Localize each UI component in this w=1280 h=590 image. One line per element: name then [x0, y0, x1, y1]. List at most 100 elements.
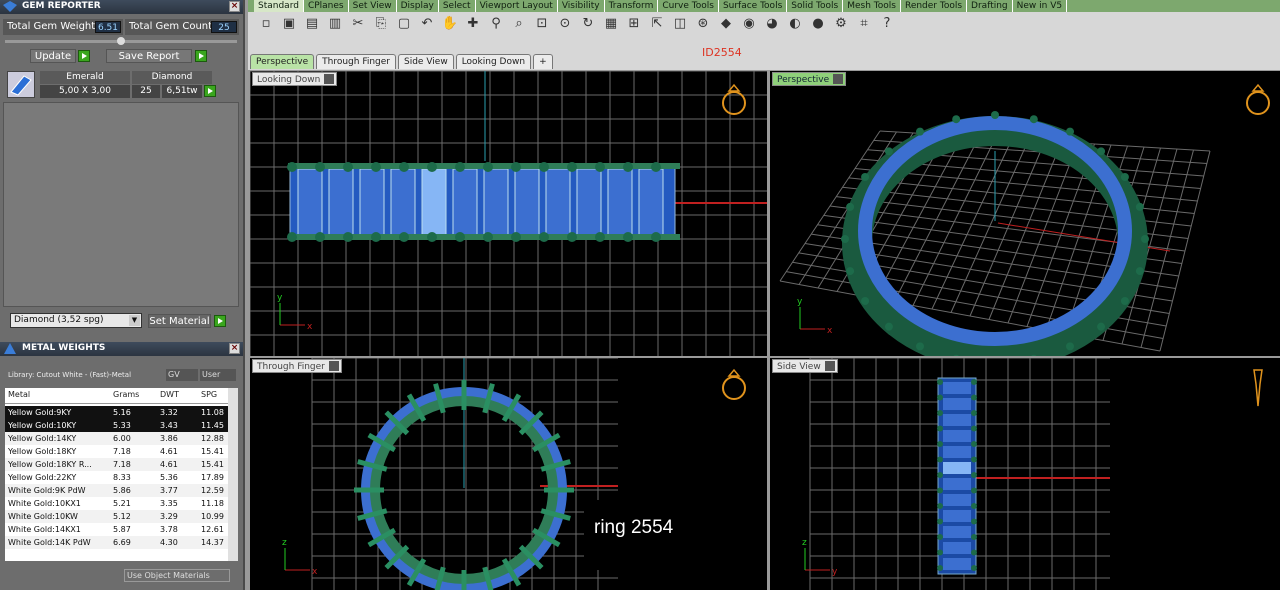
- table-row[interactable]: Yellow Gold:9KY 5.16 3.32 11.08: [5, 406, 228, 419]
- layer-icon[interactable]: ◫: [670, 14, 690, 34]
- table-row[interactable]: White Gold:14K PdW 6.69 4.30 14.37: [5, 536, 228, 549]
- viewport-side-view[interactable]: yz Side View: [770, 358, 1280, 590]
- zoom-extents-icon[interactable]: ⊡: [532, 14, 552, 34]
- gem-side: [943, 542, 971, 554]
- viewport-tab-perspective[interactable]: Perspective: [250, 54, 315, 69]
- print-icon[interactable]: ▥: [325, 14, 345, 34]
- toolbar-tab-solid-tools[interactable]: Solid Tools: [787, 0, 844, 12]
- open-icon[interactable]: ▣: [279, 14, 299, 34]
- table-row[interactable]: Yellow Gold:10KY 5.33 3.43 11.45: [5, 419, 228, 432]
- save-report-go-button[interactable]: [195, 50, 207, 62]
- slider-handle[interactable]: [117, 37, 125, 45]
- viewport-label-side-view[interactable]: Side View: [772, 359, 838, 373]
- table-row[interactable]: Yellow Gold:18KY R... 7.18 4.61 15.41: [5, 458, 228, 471]
- toolbar-tab-render-tools[interactable]: Render Tools: [901, 0, 968, 12]
- use-object-materials-toggle[interactable]: Use Object Materials: [124, 569, 230, 582]
- prong: [861, 173, 870, 181]
- select-icon[interactable]: ⇱: [647, 14, 667, 34]
- table-row[interactable]: White Gold:10KW 5.12 3.29 10.99: [5, 510, 228, 523]
- add-viewport-tab-button[interactable]: +: [533, 54, 553, 69]
- save-report-button[interactable]: Save Report: [106, 49, 192, 63]
- color-icon[interactable]: ◕: [762, 14, 782, 34]
- table-cell: 3.43: [160, 421, 178, 430]
- toolbar-tab-drafting[interactable]: Drafting: [967, 0, 1013, 12]
- toolbar-tab-visibility[interactable]: Visibility: [558, 0, 605, 12]
- rotate-icon[interactable]: ↻: [578, 14, 598, 34]
- toolbar-tab-viewport-layout[interactable]: Viewport Layout: [476, 0, 558, 12]
- zoom-icon[interactable]: ⚲: [486, 14, 506, 34]
- viewport-tab-through-finger[interactable]: Through Finger: [316, 54, 396, 69]
- material-select[interactable]: Diamond (3,52 spg) ▼: [10, 313, 142, 328]
- update-go-button[interactable]: [78, 50, 90, 62]
- table-row[interactable]: White Gold:10KX1 5.21 3.35 11.18: [5, 497, 228, 510]
- metal-column-header[interactable]: Grams: [113, 390, 139, 399]
- toolbar-tab-select[interactable]: Select: [439, 0, 476, 12]
- metal-column-header[interactable]: SPG: [201, 390, 217, 399]
- table-cell: 3.35: [160, 499, 178, 508]
- ring-orientation-icon: [1246, 91, 1270, 115]
- light-icon[interactable]: ⊛: [693, 14, 713, 34]
- undo-icon[interactable]: ↶: [417, 14, 437, 34]
- toolbar-tab-surface-tools[interactable]: Surface Tools: [719, 0, 788, 12]
- viewport-label-looking-down[interactable]: Looking Down: [252, 72, 338, 86]
- pan-icon[interactable]: ✋: [440, 14, 460, 34]
- paste-icon[interactable]: ▢: [394, 14, 414, 34]
- viewport-looking-down[interactable]: xy Looking Down: [250, 71, 767, 356]
- sphere-icon[interactable]: ●: [808, 14, 828, 34]
- set-material-go-button[interactable]: [214, 315, 226, 327]
- user-button[interactable]: User: [200, 369, 236, 381]
- gv-button[interactable]: GV: [166, 369, 198, 381]
- prong: [483, 162, 493, 172]
- cut-icon[interactable]: ⎘: [371, 14, 391, 34]
- unused: [770, 71, 838, 221]
- table-row[interactable]: White Gold:14KX1 5.87 3.78 12.61: [5, 523, 228, 536]
- help-icon[interactable]: ?: [877, 14, 897, 34]
- gem-side: [943, 414, 971, 426]
- chevron-down-icon[interactable]: ▼: [129, 315, 140, 326]
- toolbar-tab-standard[interactable]: Standard: [254, 0, 304, 12]
- shade-icon[interactable]: ◐: [785, 14, 805, 34]
- close-icon[interactable]: ×: [229, 1, 240, 12]
- metal-column-header[interactable]: Metal: [8, 390, 30, 399]
- metal-column-header[interactable]: DWT: [160, 390, 179, 399]
- toolbar-tab-curve-tools[interactable]: Curve Tools: [658, 0, 719, 12]
- toolbar-tab-display[interactable]: Display: [397, 0, 439, 12]
- new-icon[interactable]: ▫: [256, 14, 276, 34]
- unused: [770, 71, 824, 221]
- render-icon[interactable]: ◆: [716, 14, 736, 34]
- four-view-icon[interactable]: ▦: [601, 14, 621, 34]
- update-button[interactable]: Update: [30, 49, 76, 63]
- viewport-perspective[interactable]: xy Perspective: [770, 71, 1280, 356]
- cplane-icon[interactable]: ⊞: [624, 14, 644, 34]
- set-material-button[interactable]: Set Material: [148, 314, 211, 328]
- settings-icon[interactable]: ⚙: [831, 14, 851, 34]
- toolbar-tab-set-view[interactable]: Set View: [349, 0, 397, 12]
- table-row[interactable]: White Gold:9K PdW 5.86 3.77 12.59: [5, 484, 228, 497]
- table-row[interactable]: Yellow Gold:18KY 7.18 4.61 15.41: [5, 445, 228, 458]
- viewport-tab-side-view[interactable]: Side View: [398, 54, 454, 69]
- table-cell: 10.99: [201, 512, 224, 521]
- save-icon[interactable]: ▤: [302, 14, 322, 34]
- move-icon[interactable]: ✚: [463, 14, 483, 34]
- table-row[interactable]: Yellow Gold:22KY 8.33 5.36 17.89: [5, 471, 228, 484]
- toolbar-tab-transform[interactable]: Transform: [605, 0, 659, 12]
- viewport-tab-looking-down[interactable]: Looking Down: [455, 54, 532, 69]
- table-cell: White Gold:14KX1: [8, 525, 81, 534]
- grid-icon[interactable]: ⌗: [854, 14, 874, 34]
- gem-row-go-button[interactable]: [204, 85, 216, 97]
- zoom-selected-icon[interactable]: ⊙: [555, 14, 575, 34]
- prong: [315, 162, 325, 172]
- toolbar-tab-cplanes[interactable]: CPlanes: [304, 0, 349, 12]
- viewport-through-finger[interactable]: xz Through Finger ring 2554: [250, 358, 767, 590]
- viewport-label-perspective[interactable]: Perspective: [772, 72, 847, 86]
- prong: [884, 322, 893, 331]
- table-row[interactable]: Yellow Gold:14KY 6.00 3.86 12.88: [5, 432, 228, 445]
- close-icon[interactable]: ×: [229, 343, 240, 354]
- toolbar-tab-mesh-tools[interactable]: Mesh Tools: [843, 0, 901, 12]
- toolbar-tab-new-in-v5[interactable]: New in V5: [1013, 0, 1068, 12]
- zoom-window-icon[interactable]: ⌕: [509, 14, 529, 34]
- viewport-label-through-finger[interactable]: Through Finger: [252, 359, 342, 373]
- metal-table-scrollbar[interactable]: [228, 388, 238, 561]
- material-icon[interactable]: ◉: [739, 14, 759, 34]
- copy-icon[interactable]: ✂: [348, 14, 368, 34]
